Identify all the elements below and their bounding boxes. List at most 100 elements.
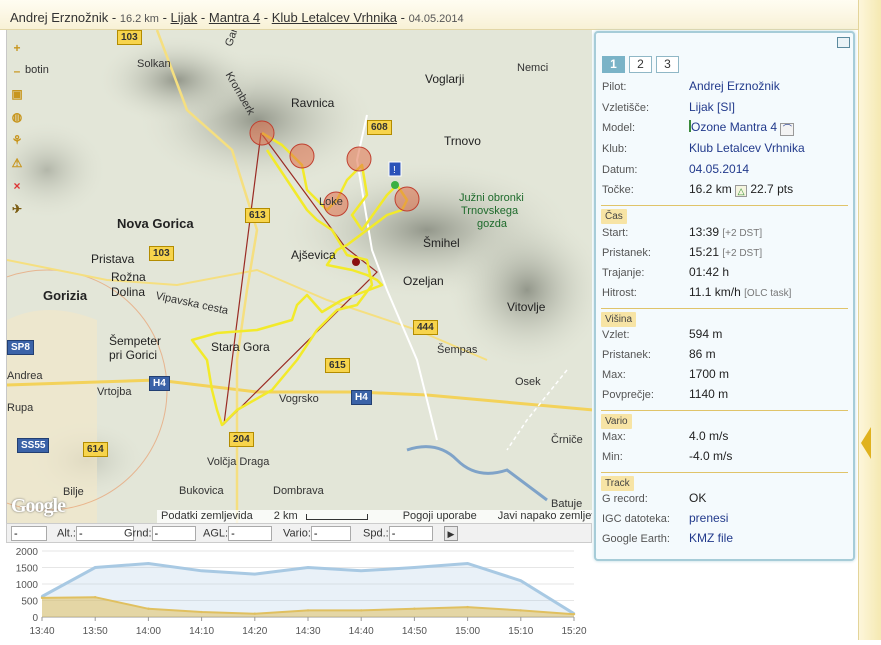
play-button[interactable]: ▶ <box>444 526 458 541</box>
road-shield: 204 <box>229 432 254 447</box>
tab-1[interactable]: 1 <box>602 56 625 73</box>
map-footer: Podatki zemljevida 2 km Pogoji uporabe J… <box>157 510 592 523</box>
section-height: Višina <box>601 308 848 327</box>
info-row-landing-alt: Pristanek: 86 m <box>602 347 716 361</box>
chart-y-tick: 0 <box>32 613 38 624</box>
map-label: botin <box>25 64 49 76</box>
kmz-download-link[interactable]: KMZ file <box>689 531 733 545</box>
map-data-link[interactable]: Podatki zemljevida <box>161 510 253 522</box>
chart-point <box>147 562 150 565</box>
restore-icon[interactable] <box>837 37 850 48</box>
info-row-vario-min: Min: -4.0 m/s <box>602 449 733 463</box>
agl-field[interactable] <box>228 526 273 541</box>
altitude-chart: 2000 1500 1000 500 0 13:40 13:50 14:00 14:10 14:2… <box>16 547 587 637</box>
terms-link[interactable]: Pogoji uporabe <box>403 510 477 522</box>
road-shield: 103 <box>149 246 174 261</box>
tab-2[interactable]: 2 <box>629 56 652 73</box>
altitude-graph[interactable]: 2000 1500 1000 500 0 13:40 13:50 14:00 14:10 14:2… <box>6 543 592 640</box>
map-label: Vitovlje <box>507 300 546 314</box>
svg-text:!: ! <box>393 165 396 176</box>
position-readout: Alt.: Grnd: AGL: Vario: Spd.: ▶ <box>6 523 592 543</box>
flight-title-bar: Andrej Erznožnik - 16.2 km - Lijak - Man… <box>0 0 881 30</box>
chart-x-tick: 15:00 <box>455 626 480 637</box>
chart-point <box>40 596 44 600</box>
chart-point <box>519 609 522 612</box>
chart-x-tick: 13:50 <box>83 626 108 637</box>
close-icon[interactable]: × <box>10 179 24 193</box>
road-shield: 613 <box>245 208 270 223</box>
chart-point <box>572 612 576 616</box>
info-row-g-record: G record: OK <box>602 491 707 505</box>
grnd-field[interactable] <box>151 526 196 541</box>
plane-icon[interactable]: ✈ <box>10 202 24 216</box>
map-label: gozda <box>477 218 507 230</box>
readout-grnd: Grnd: <box>124 526 196 541</box>
map-label: Ozeljan <box>403 274 444 288</box>
zoom-out-icon[interactable]: – <box>10 64 24 78</box>
chart-point <box>360 609 363 612</box>
road-shield: 608 <box>367 120 392 135</box>
airspace-icon[interactable]: ⚘ <box>10 133 24 147</box>
side-collapse-bar[interactable] <box>858 0 881 640</box>
chart-point <box>519 579 522 582</box>
chart-x-tick: 15:10 <box>508 626 533 637</box>
chart-point <box>253 572 256 576</box>
map-label: Južni obronki <box>459 192 524 204</box>
chart-point <box>466 605 469 609</box>
chart-x-tick: 15:20 <box>561 626 586 637</box>
readout-first <box>11 526 47 541</box>
chart-point <box>200 610 203 614</box>
map-layers-icon[interactable]: ▣ <box>10 87 24 101</box>
vario-field[interactable] <box>310 526 351 541</box>
section-time: Čas <box>601 205 848 224</box>
map-label: Črniče <box>551 434 583 446</box>
info-row-date: Datum: 04.05.2014 <box>602 162 750 176</box>
map-label: Ravnica <box>291 96 335 110</box>
info-row-duration: Trajanje: 01:42 h <box>602 265 730 279</box>
zoom-in-icon[interactable]: + <box>10 41 24 55</box>
chart-point <box>200 569 203 572</box>
first-value-field[interactable] <box>11 526 47 541</box>
glider-link[interactable]: Mantra 4 <box>209 10 260 25</box>
map-label: Ajševica <box>291 248 336 262</box>
warning-icon[interactable]: ⚠ <box>10 156 24 170</box>
info-row-max-alt: Max: 1700 m <box>602 367 730 381</box>
map-label: Voglarji <box>425 72 465 86</box>
triangle-icon: △ <box>735 185 748 197</box>
road-shield: SP8 <box>7 340 34 355</box>
speed-field[interactable] <box>388 526 433 541</box>
tab-3[interactable]: 3 <box>656 56 679 73</box>
globe-icon[interactable]: ◍ <box>10 110 24 124</box>
club-link[interactable]: Klub Letalcev Vrhnika <box>272 10 397 25</box>
google-logo: Google <box>11 495 66 517</box>
section-track: Track <box>601 472 848 491</box>
chart-point <box>360 569 363 572</box>
chart-x-tick: 14:20 <box>242 626 267 637</box>
road-shield: H4 <box>351 390 372 405</box>
collapse-arrow-icon[interactable] <box>861 427 871 459</box>
readout-speed: Spd.: <box>363 526 433 541</box>
map-label: Nova Gorica <box>117 216 194 231</box>
map-label: Šmihel <box>423 236 460 250</box>
panel-tabs: 123 <box>602 55 683 73</box>
info-row-avg-alt: Povprečje: 1140 m <box>602 387 729 401</box>
flight-map[interactable]: ! + – ▣ ◍ ⚘ ⚠ × ✈ Solkan Ravnica Voglarj… <box>6 30 592 523</box>
map-label: Bukovica <box>179 485 224 497</box>
chart-point <box>94 566 97 569</box>
report-error-link[interactable]: Javi napako zemljevida <box>498 510 592 522</box>
chart-y-tick: 1000 <box>16 580 39 591</box>
glider-icon: ⌒ <box>780 123 795 136</box>
flight-distance: 16.2 km <box>119 13 159 25</box>
readout-agl: AGL: <box>203 526 273 541</box>
map-label: Vogrsko <box>279 393 319 405</box>
map-label: Osek <box>515 376 541 388</box>
chart-x-tick: 14:50 <box>402 626 427 637</box>
site-link[interactable]: Lijak <box>171 10 198 25</box>
info-row-pilot: Pilot: Andrej Erznožnik <box>602 79 780 93</box>
info-row-points: Točke: 16.2 km △ 22.7 pts <box>602 182 794 197</box>
map-scale: 2 km <box>274 510 382 522</box>
igc-download-link[interactable]: prenesi <box>689 511 728 525</box>
chart-y-tick: 1500 <box>16 564 39 575</box>
flight-date: 04.05.2014 <box>408 13 464 25</box>
info-row-start: Start: 13:39 [+2 DST] <box>602 225 763 239</box>
